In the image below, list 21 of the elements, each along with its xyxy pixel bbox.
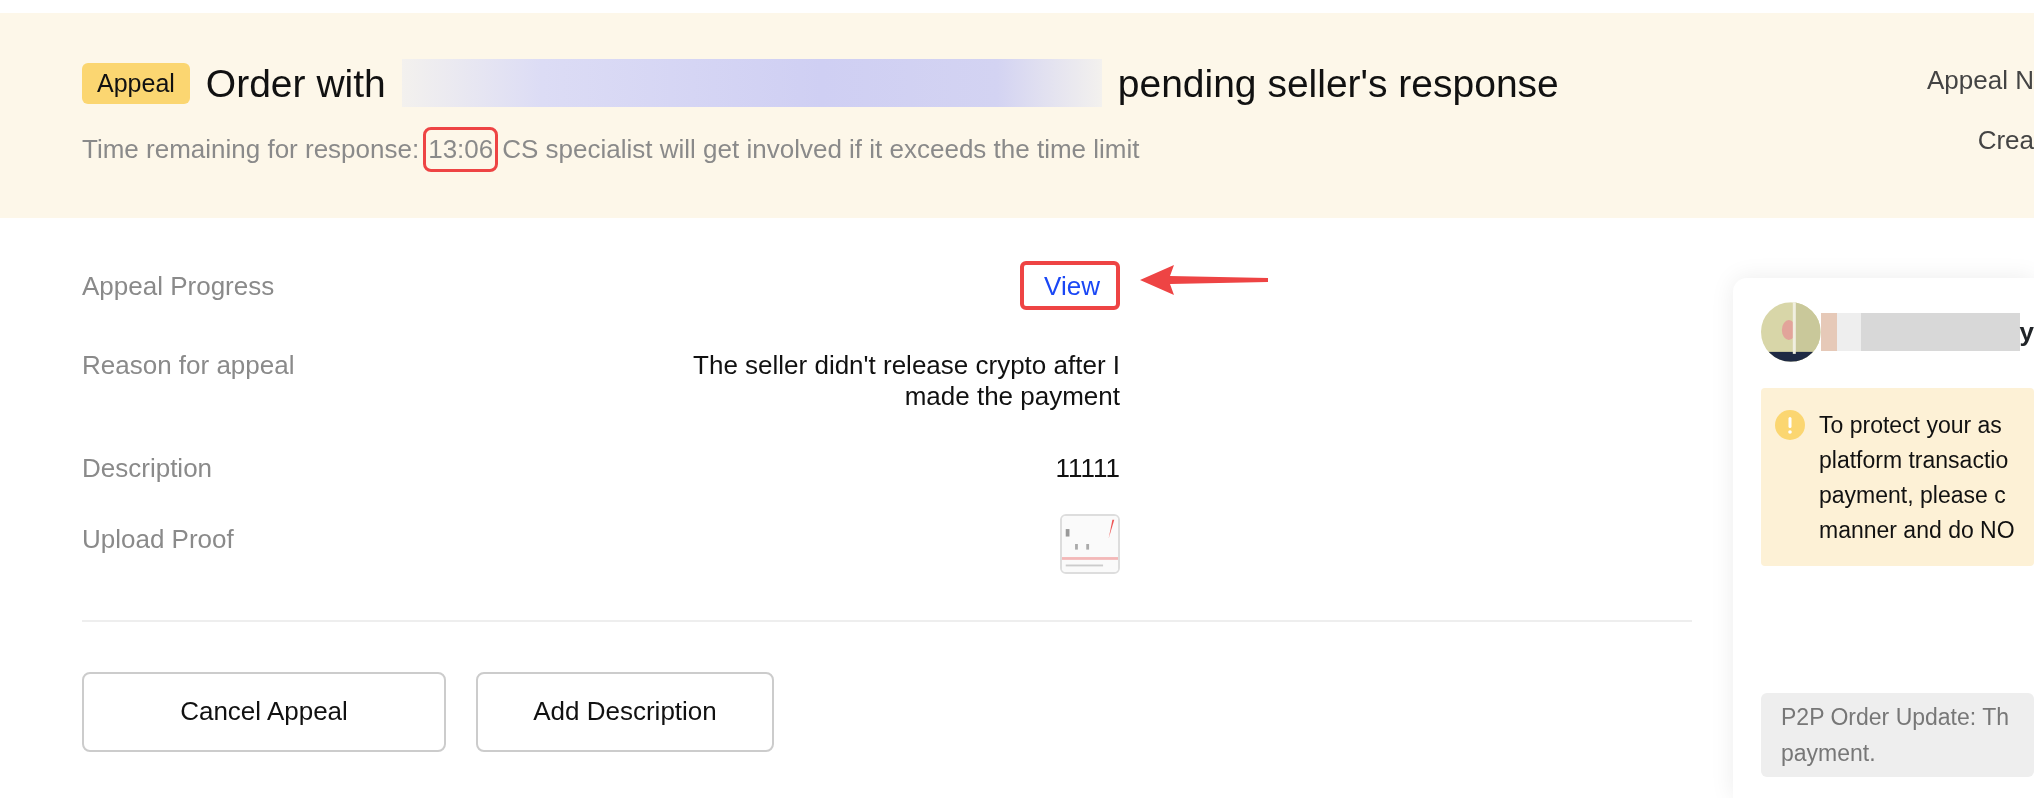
field-label: Appeal Progress — [82, 271, 276, 303]
field-value: 11111 — [1055, 452, 1120, 484]
action-button[interactable]: Cancel Appeal — [82, 671, 446, 752]
field-label: Description — [82, 452, 214, 484]
countdown-label: Time remaining for response: — [82, 133, 420, 166]
user-name: y — [2019, 315, 2034, 349]
countdown-note: CS specialist will get involved if it exceeds the time limit — [502, 133, 1140, 166]
countdown-timer: 13:06 — [423, 127, 499, 172]
title-text: Order with — [205, 63, 386, 103]
field-value: The seller didn't release crypto after I made the payment — [692, 350, 1120, 413]
system-message: P2P Order Update: Th payment. — [1761, 693, 2034, 777]
warning-text: To protect your as platform transactio payment, please c manner and do NO — [1819, 411, 2015, 545]
field-label: Upload Proof — [82, 523, 235, 556]
action-button[interactable]: Add Description — [476, 671, 774, 752]
info-label: Crea — [1976, 127, 2034, 153]
field-label: Reason for appeal — [82, 350, 296, 383]
warning-icon — [1775, 410, 1805, 440]
info-label: Appeal N — [1927, 67, 2034, 93]
status-tag: Appeal — [82, 62, 190, 104]
view-link[interactable]: View — [1044, 271, 1100, 301]
title-text: pending seller's response — [1117, 63, 1559, 103]
